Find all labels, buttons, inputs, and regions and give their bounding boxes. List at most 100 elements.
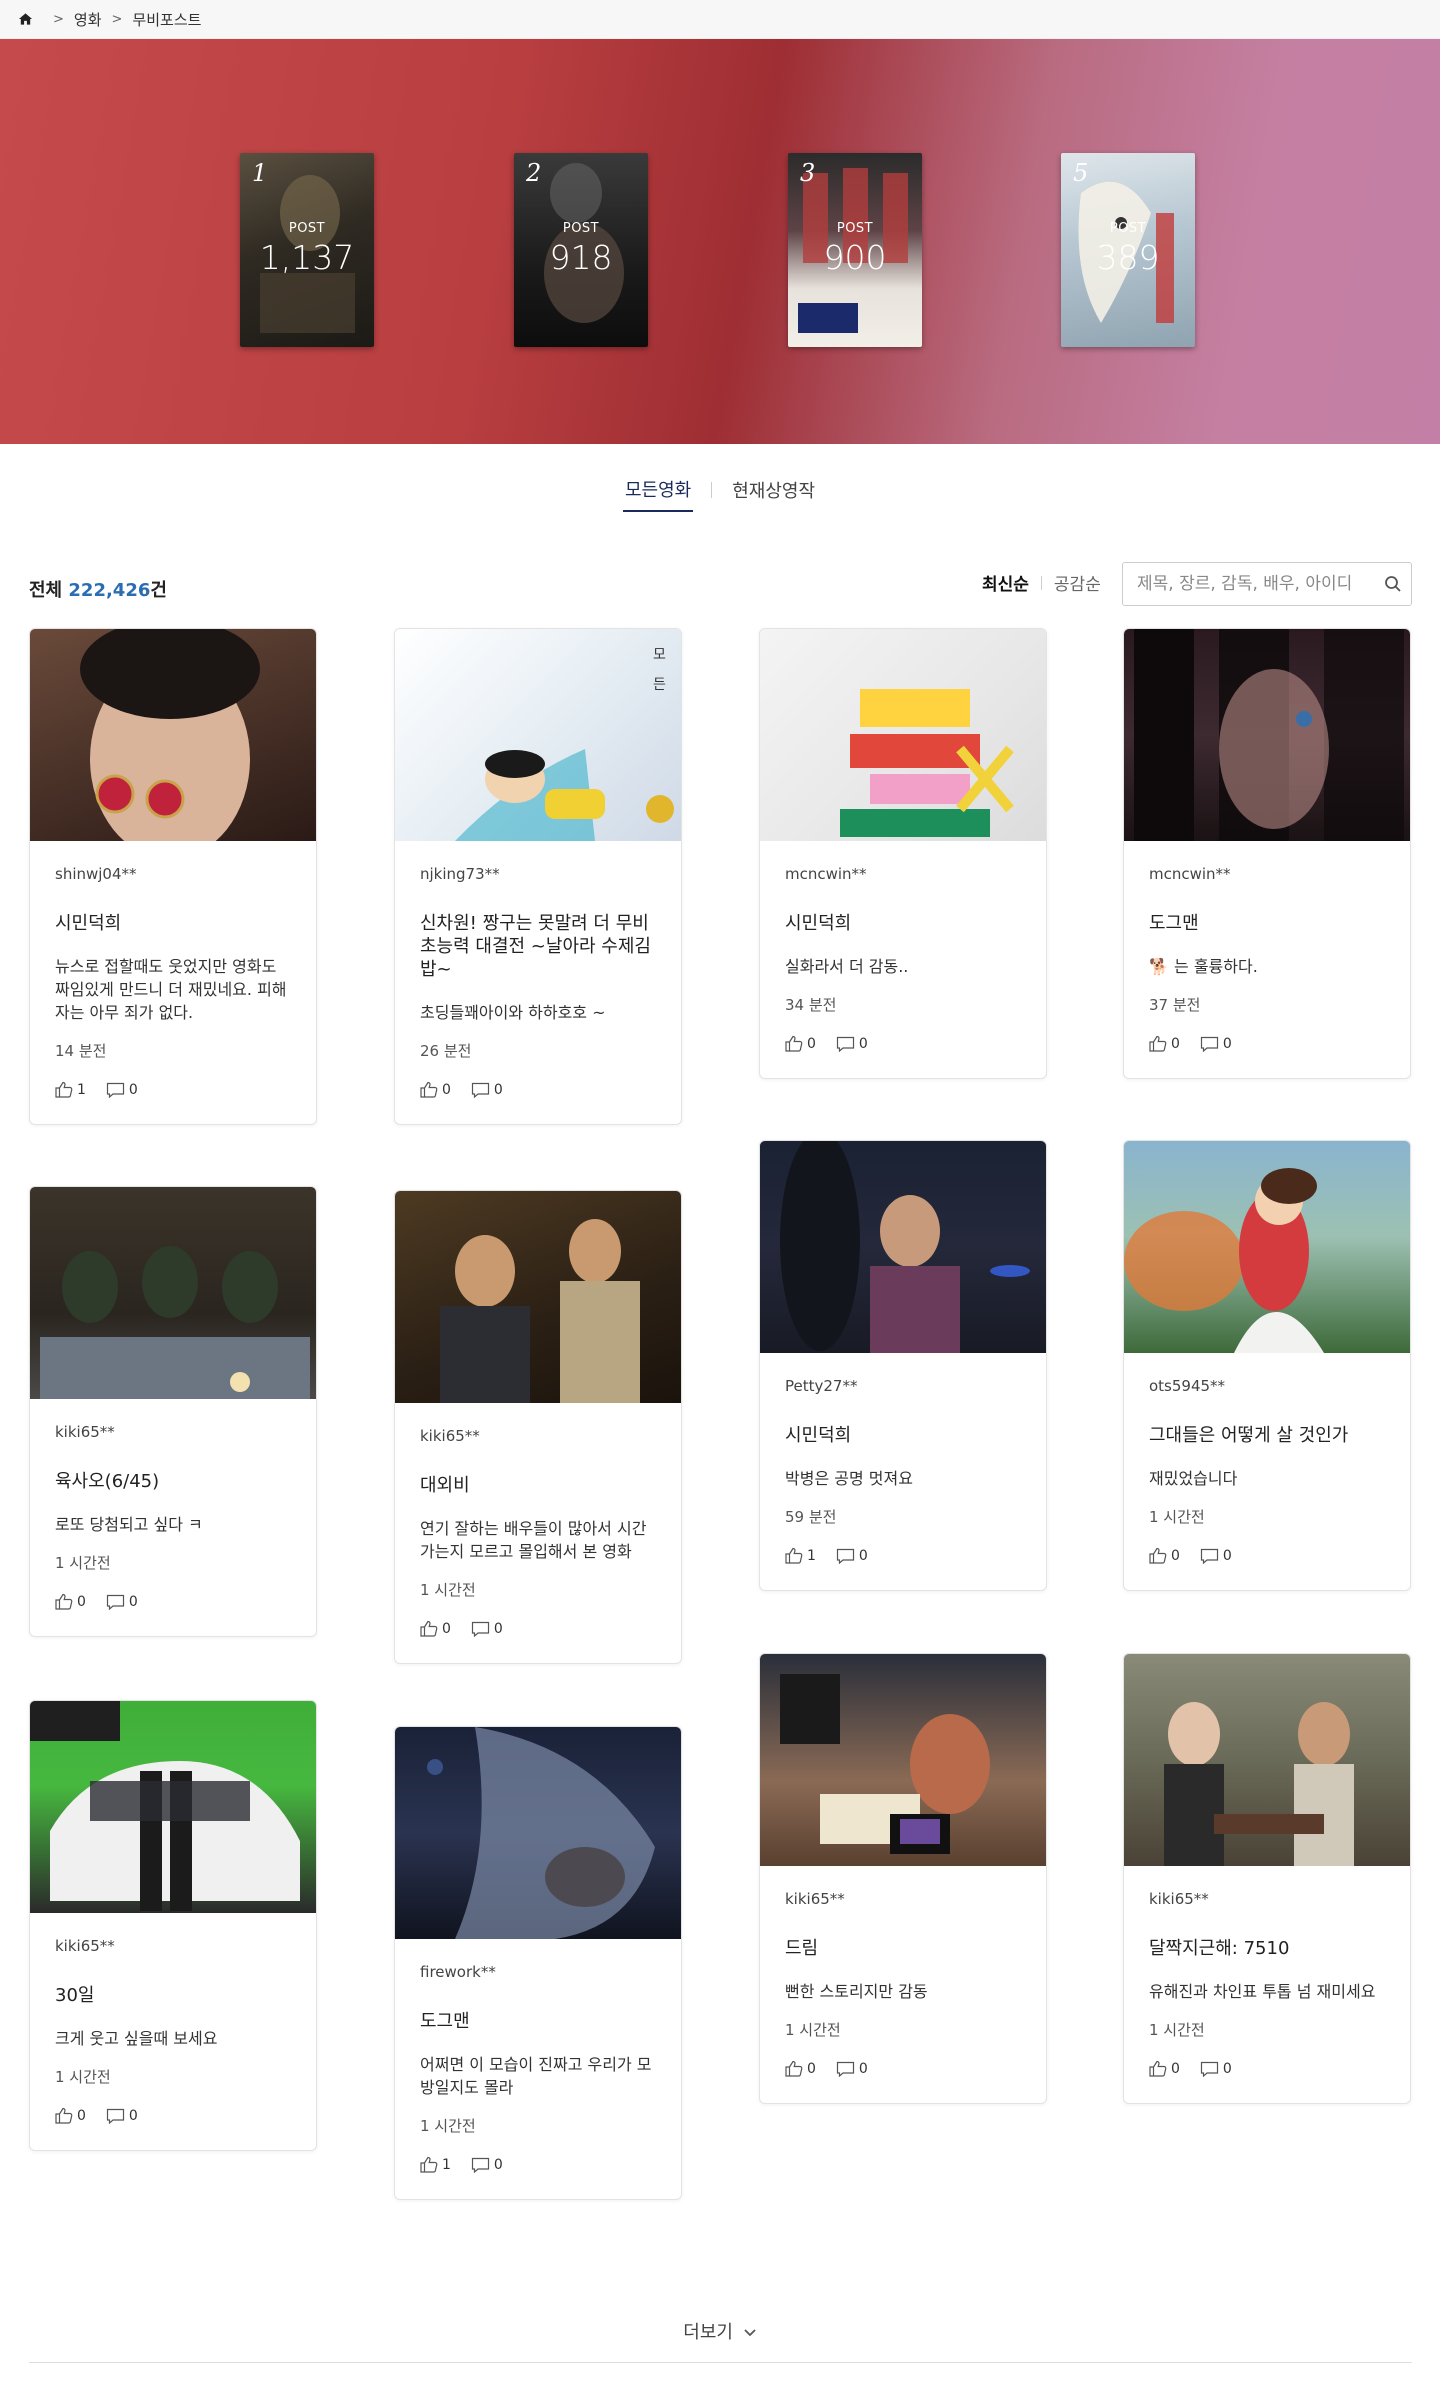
- like-button[interactable]: 0: [1149, 1035, 1180, 1052]
- movie-title[interactable]: 육사오(6/45): [55, 1470, 291, 1493]
- tab-now-playing[interactable]: 현재상영작: [730, 477, 817, 511]
- movie-title[interactable]: 도그맨: [1149, 912, 1385, 935]
- movie-tabs: 모든영화 현재상영작: [0, 476, 1440, 512]
- top-movie-card[interactable]: 5 POST 389: [1061, 153, 1195, 347]
- post-card[interactable]: firework** 도그맨 어쩌면 이 모습이 진짜고 우리가 모방일지도 몰…: [394, 1726, 682, 2200]
- like-button[interactable]: 0: [785, 2060, 816, 2077]
- post-author[interactable]: kiki65**: [420, 1427, 656, 1445]
- sort-latest[interactable]: 최신순: [982, 570, 1029, 595]
- movie-title[interactable]: 달짝지근해: 7510: [1149, 1937, 1385, 1960]
- post-author[interactable]: firework**: [420, 1963, 656, 1981]
- search-icon[interactable]: [1375, 575, 1411, 593]
- post-author[interactable]: kiki65**: [55, 1937, 291, 1955]
- comment-icon: [1200, 1036, 1219, 1052]
- comment-button[interactable]: 0: [1200, 2061, 1232, 2077]
- post-card[interactable]: ots5945** 그대들은 어떻게 살 것인가 재밌었습니다 1 시간전 0 …: [1123, 1140, 1411, 1591]
- like-count: 0: [442, 1620, 451, 1637]
- sort-options: 최신순 공감순: [982, 570, 1101, 595]
- comment-button[interactable]: 0: [836, 1548, 868, 1564]
- tab-all-movies[interactable]: 모든영화: [622, 476, 694, 512]
- like-button[interactable]: 0: [785, 1035, 816, 1052]
- post-author[interactable]: Petty27**: [785, 1377, 1021, 1395]
- post-author[interactable]: kiki65**: [1149, 1890, 1385, 1908]
- post-author[interactable]: mcncwin**: [785, 865, 1021, 883]
- load-more-button[interactable]: 더보기: [0, 2318, 1440, 2344]
- post-card[interactable]: kiki65** 달짝지근해: 7510 유해진과 차인표 투톱 넘 재미세요 …: [1123, 1653, 1411, 2104]
- top-movie-card[interactable]: 2 POST 918: [514, 153, 648, 347]
- movie-title[interactable]: 신차원! 짱구는 못말려 더 무비 초능력 대결전 ~날아라 수제김밥~: [420, 912, 656, 981]
- breadcrumb-item-moviepost[interactable]: 무비포스트: [132, 9, 201, 30]
- thumbs-up-icon: [1149, 2060, 1167, 2077]
- comment-button[interactable]: 0: [106, 1082, 138, 1098]
- comment-button[interactable]: 0: [471, 1621, 503, 1637]
- movie-title[interactable]: 시민덕희: [785, 1424, 1021, 1447]
- movie-title[interactable]: 도그맨: [420, 2010, 656, 2033]
- like-button[interactable]: 0: [55, 2107, 86, 2124]
- thumbs-up-icon: [420, 1620, 438, 1637]
- post-author[interactable]: ots5945**: [1149, 1377, 1385, 1395]
- like-count: 0: [807, 1035, 816, 1052]
- search-input[interactable]: [1123, 574, 1375, 594]
- thumbs-up-icon: [785, 1035, 803, 1052]
- comment-button[interactable]: 0: [1200, 1036, 1232, 1052]
- movie-title[interactable]: 30일: [55, 1984, 291, 2007]
- post-card[interactable]: shinwj04** 시민덕희 뉴스로 접할때도 웃었지만 영화도 짜임있게 만…: [29, 628, 317, 1125]
- total-suffix: 건: [150, 580, 167, 601]
- post-author[interactable]: mcncwin**: [1149, 865, 1385, 883]
- post-author[interactable]: kiki65**: [55, 1423, 291, 1441]
- comment-button[interactable]: 0: [471, 2157, 503, 2173]
- post-stats: 0 0: [420, 1620, 656, 1637]
- comment-button[interactable]: 0: [471, 1082, 503, 1098]
- thumbs-up-icon: [420, 2156, 438, 2173]
- like-button[interactable]: 0: [55, 1593, 86, 1610]
- like-button[interactable]: 1: [420, 2156, 451, 2173]
- like-button[interactable]: 0: [420, 1081, 451, 1098]
- movie-title[interactable]: 시민덕희: [785, 912, 1021, 935]
- like-count: 0: [1171, 1547, 1180, 1564]
- movie-still-image: 모든: [395, 629, 681, 841]
- post-author[interactable]: njking73**: [420, 865, 656, 883]
- post-stats: 0 0: [420, 1081, 656, 1098]
- comment-button[interactable]: 0: [1200, 1548, 1232, 1564]
- comment-button[interactable]: 0: [106, 1594, 138, 1610]
- post-text: 뻔한 스토리지만 감동: [785, 1982, 928, 2001]
- comment-icon: [106, 1082, 125, 1098]
- post-author[interactable]: shinwj04**: [55, 865, 291, 883]
- comment-icon: [836, 1036, 855, 1052]
- like-button[interactable]: 1: [55, 1081, 86, 1098]
- rank-number: 1: [252, 159, 268, 187]
- comment-count: 0: [858, 2060, 868, 2077]
- movie-still-image: [760, 1654, 1046, 1866]
- breadcrumb-item-movie[interactable]: 영화: [74, 9, 102, 30]
- comment-button[interactable]: 0: [836, 2061, 868, 2077]
- post-card[interactable]: kiki65** 30일 크게 웃고 싶을때 보세요 1 시간전 0 0: [29, 1700, 317, 2151]
- post-card[interactable]: kiki65** 드림 뻔한 스토리지만 감동 1 시간전 0 0: [759, 1653, 1047, 2104]
- post-card[interactable]: 모든 njking73** 신차원! 짱구는 못말려 더 무비 초능력 대결전 …: [394, 628, 682, 1125]
- top-movie-card[interactable]: 1 POST 1,137: [240, 153, 374, 347]
- movie-title[interactable]: 드림: [785, 1937, 1021, 1960]
- comment-count: 0: [493, 1081, 503, 1098]
- post-card[interactable]: mcncwin** 도그맨 🐕 는 훌륭하다. 37 분전 0 0: [1123, 628, 1411, 1079]
- post-text: 유해진과 차인표 투톱 넘 재미세요: [1149, 1982, 1376, 2001]
- hero-banner: 1 POST 1,137 2 POST 918 3 POST 900 5 POS…: [0, 39, 1440, 444]
- like-button[interactable]: 0: [420, 1620, 451, 1637]
- comment-button[interactable]: 0: [836, 1036, 868, 1052]
- post-text: 🐕 는 훌륭하다.: [1149, 957, 1258, 976]
- movie-title[interactable]: 그대들은 어떻게 살 것인가: [1149, 1424, 1385, 1447]
- post-card[interactable]: kiki65** 대외비 연기 잘하는 배우들이 많아서 시간 가는지 모르고 …: [394, 1190, 682, 1664]
- like-button[interactable]: 1: [785, 1547, 816, 1564]
- movie-title[interactable]: 대외비: [420, 1474, 656, 1497]
- svg-text:모: 모: [653, 647, 666, 663]
- top-movie-card[interactable]: 3 POST 900: [788, 153, 922, 347]
- movie-title[interactable]: 시민덕희: [55, 912, 291, 935]
- like-button[interactable]: 0: [1149, 2060, 1180, 2077]
- sort-likes[interactable]: 공감순: [1054, 570, 1101, 595]
- home-icon[interactable]: [18, 12, 33, 26]
- comment-button[interactable]: 0: [106, 2108, 138, 2124]
- post-stats: 1 0: [420, 2156, 656, 2173]
- post-card[interactable]: Petty27** 시민덕희 박병은 공명 멋져요 59 분전 1 0: [759, 1140, 1047, 1591]
- post-card[interactable]: mcncwin** 시민덕희 실화라서 더 감동.. 34 분전 0 0: [759, 628, 1047, 1079]
- like-button[interactable]: 0: [1149, 1547, 1180, 1564]
- post-card[interactable]: kiki65** 육사오(6/45) 로또 당첨되고 싶다 ㅋ 1 시간전 0 …: [29, 1186, 317, 1637]
- post-author[interactable]: kiki65**: [785, 1890, 1021, 1908]
